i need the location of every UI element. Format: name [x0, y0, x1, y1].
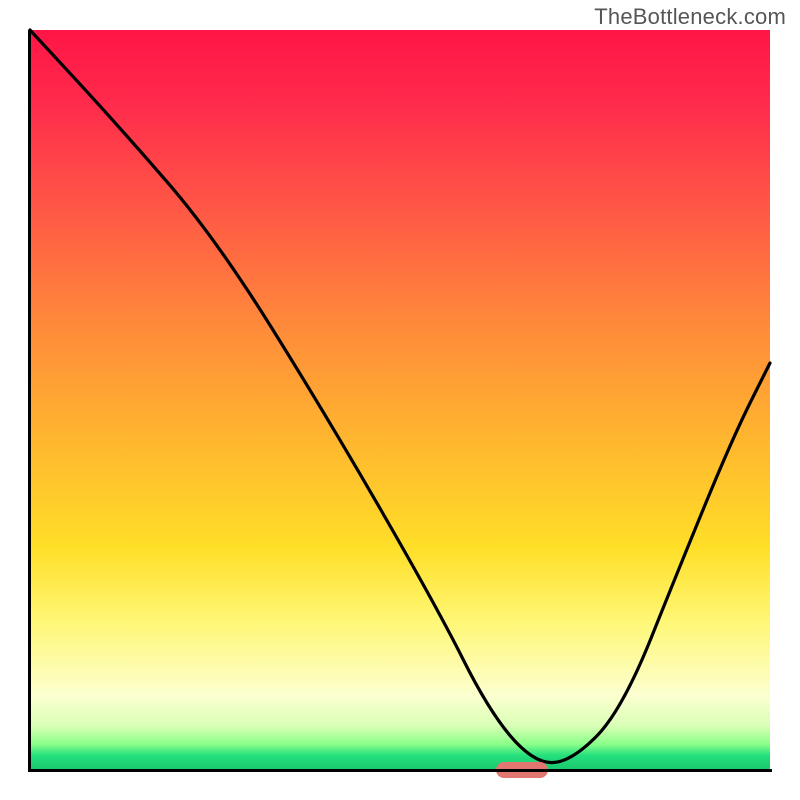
- watermark-text: TheBottleneck.com: [594, 4, 786, 30]
- x-axis: [28, 769, 772, 772]
- curve-path: [30, 30, 770, 763]
- chart-area: [30, 30, 770, 770]
- bottleneck-curve: [30, 30, 770, 770]
- y-axis: [28, 30, 31, 772]
